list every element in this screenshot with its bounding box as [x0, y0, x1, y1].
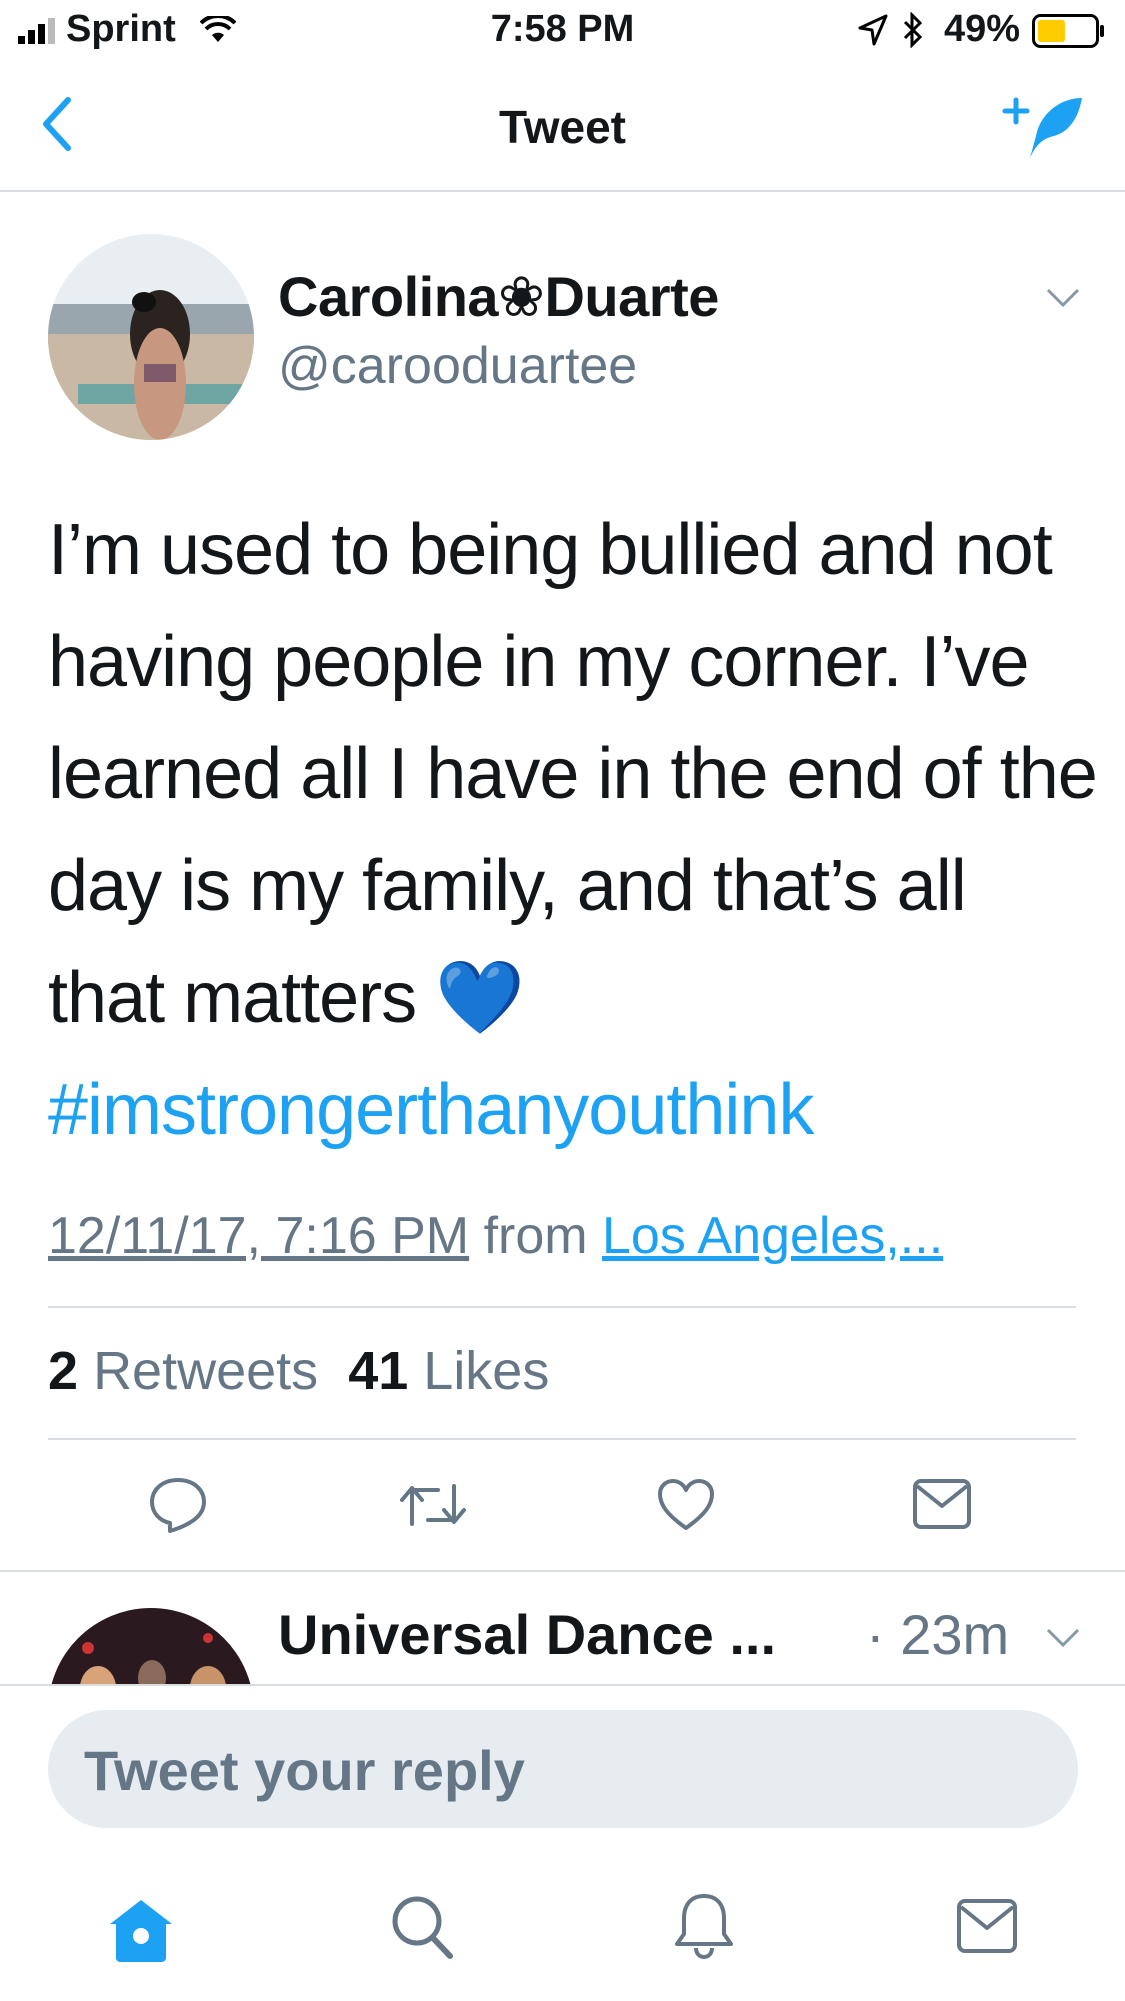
hashtag-link[interactable]: #imstrongerthanyouthink	[48, 1070, 814, 1150]
next-tweet-author[interactable]: Universal Dance ...	[278, 1602, 776, 1667]
likes-count[interactable]: 41	[348, 1341, 408, 1401]
retweet-icon[interactable]	[398, 1478, 468, 1532]
meta-divider	[48, 1306, 1076, 1308]
from-label: from	[483, 1207, 588, 1265]
next-tweet-avatar[interactable]	[48, 1608, 254, 1684]
compose-feather-icon	[1002, 97, 1082, 158]
next-tweet-chevron-icon[interactable]	[1046, 1628, 1080, 1648]
home-icon[interactable]	[108, 1898, 174, 1962]
stats-divider	[48, 1438, 1076, 1440]
reply-placeholder[interactable]: Tweet your reply	[84, 1738, 525, 1803]
reply-bar-divider	[0, 1684, 1125, 1686]
location-arrow-icon	[858, 14, 888, 46]
author-handle[interactable]: @carooduartee	[278, 336, 637, 396]
next-tweet[interactable]: Universal Dance ... · 23m	[0, 1572, 1125, 1684]
tweet-body: I’m used to being bullied and not having…	[48, 510, 1098, 1038]
notifications-icon[interactable]	[674, 1890, 734, 1960]
bluetooth-icon	[902, 12, 924, 48]
reply-icon[interactable]	[148, 1476, 208, 1534]
page-title: Tweet	[499, 101, 626, 153]
timestamp-link[interactable]: 12/11/17, 7:16 PM	[48, 1207, 469, 1265]
battery-percent: 49%	[944, 8, 1021, 50]
battery-icon	[1032, 14, 1106, 48]
share-dm-icon[interactable]	[912, 1478, 972, 1530]
retweets-label[interactable]: Retweets	[93, 1341, 318, 1401]
compose-tweet-button[interactable]	[1002, 92, 1086, 164]
likes-label[interactable]: Likes	[423, 1341, 549, 1401]
messages-icon[interactable]	[956, 1898, 1018, 1954]
nav-divider	[0, 190, 1125, 192]
tweet-text: I’m used to being bullied and not having…	[48, 494, 1098, 1166]
tweet-stats: 2 Retweets 41 Likes	[48, 1340, 549, 1402]
chevron-down-icon[interactable]	[1046, 288, 1080, 308]
status-bar: Sprint 7:58 PM 49%	[0, 0, 1125, 62]
next-tweet-time: · 23m	[866, 1603, 1010, 1666]
author-name[interactable]: Carolina❀Duarte	[278, 264, 719, 330]
retweets-count[interactable]: 2	[48, 1341, 78, 1401]
like-icon[interactable]	[656, 1478, 716, 1532]
avatar[interactable]	[48, 234, 254, 440]
tweet-meta: 12/11/17, 7:16 PM from Los Angeles,...	[48, 1206, 943, 1266]
location-link[interactable]: Los Angeles,...	[602, 1207, 943, 1265]
search-icon[interactable]	[390, 1894, 454, 1960]
